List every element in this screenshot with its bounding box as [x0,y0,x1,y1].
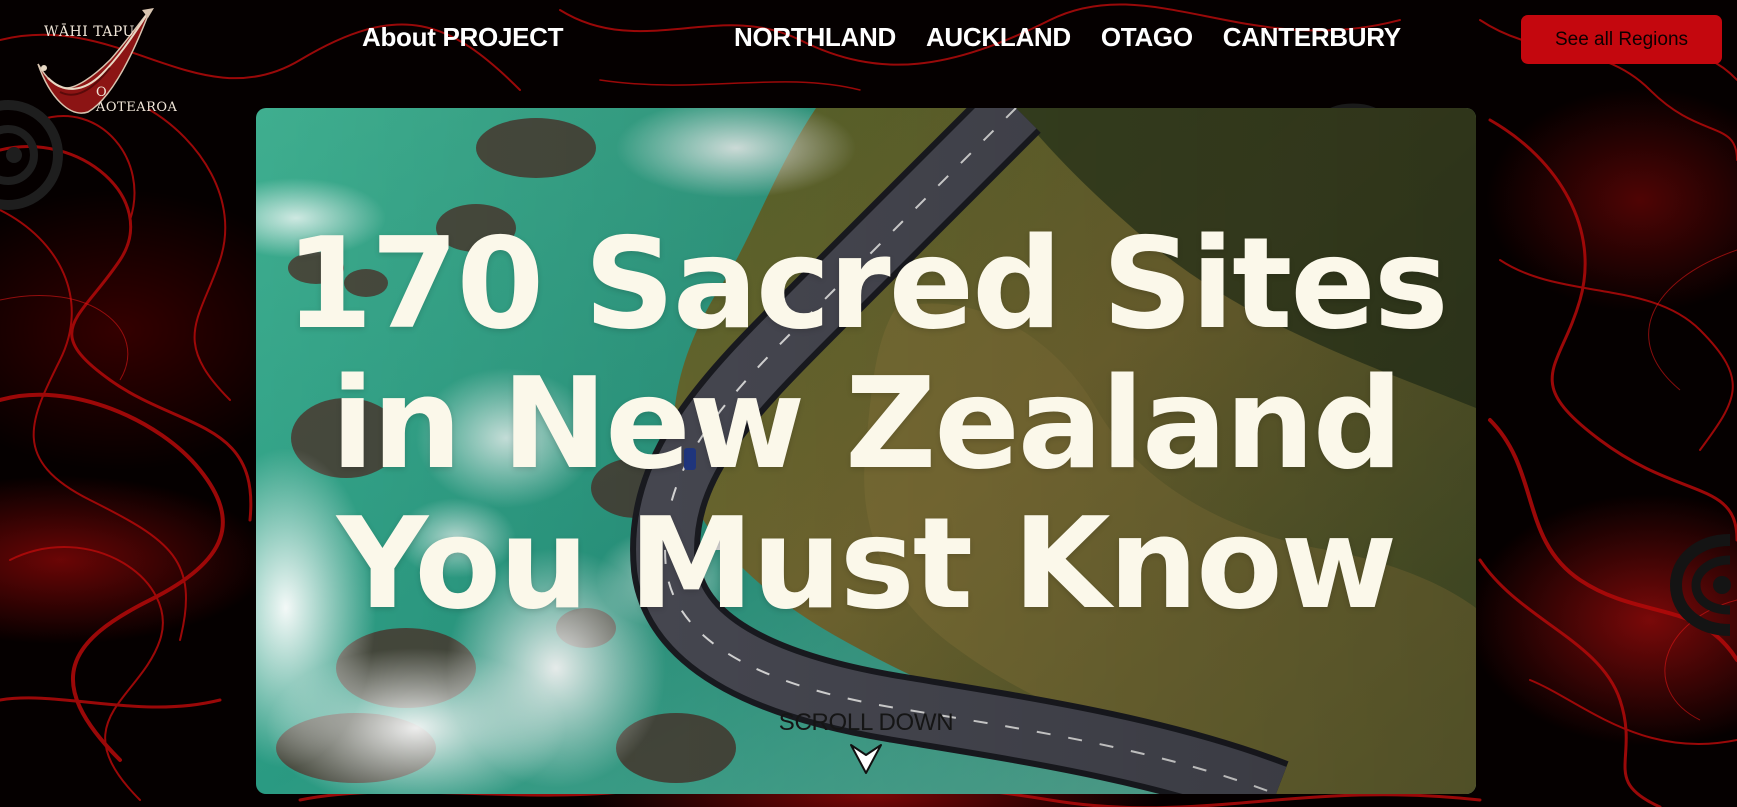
chevron-down-icon [850,744,882,774]
hero-title-line: 170 Sacred Sites [285,210,1449,358]
region-nav: NORTHLAND AUCKLAND OTAGO CANTERBURY [734,22,1401,53]
scroll-down-button[interactable]: SCROLL DOWN [256,709,1476,777]
nav-region-northland[interactable]: NORTHLAND [734,22,896,53]
logo-text-bottom: O AOTEAROA [96,85,178,115]
hero-title-line: in New Zealand [331,350,1403,498]
koru-emblem-icon [1670,534,1731,636]
nav-about-project[interactable]: About PROJECT [362,22,564,53]
hero-title-line: You Must Know [336,490,1397,638]
hero-title: 170 Sacred Sites in New Zealand You Must… [256,214,1476,634]
nav-region-otago[interactable]: OTAGO [1101,22,1193,53]
scroll-down-label: SCROLL DOWN [778,709,954,736]
hero-banner: 170 Sacred Sites in New Zealand You Must… [256,108,1476,794]
see-all-regions-button[interactable]: See all Regions [1521,15,1722,64]
logo-text-top: WĀHI TAPU [44,24,135,40]
nav-region-canterbury[interactable]: CANTERBURY [1223,22,1401,53]
nav-region-auckland[interactable]: AUCKLAND [926,22,1071,53]
koru-emblem-icon [0,100,63,210]
